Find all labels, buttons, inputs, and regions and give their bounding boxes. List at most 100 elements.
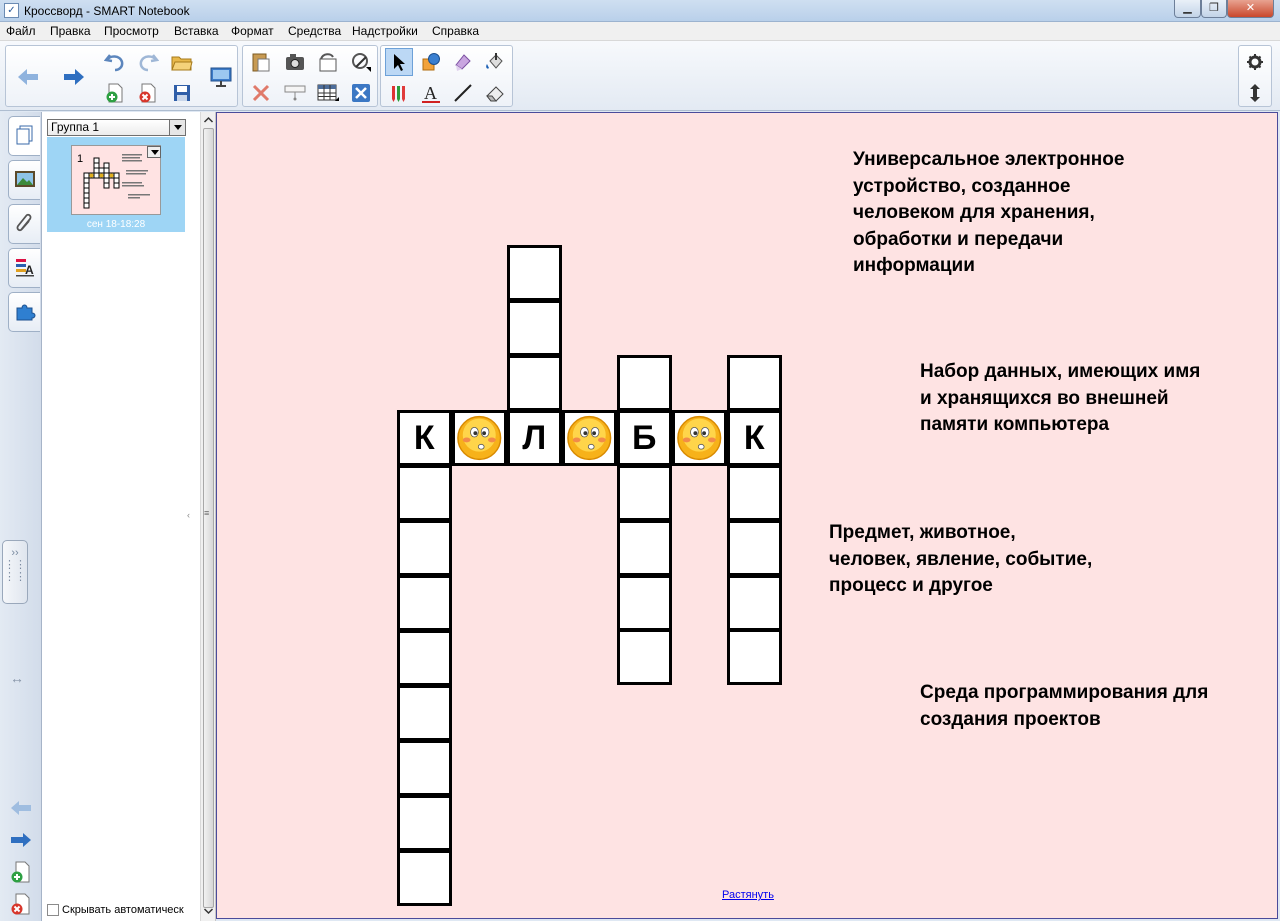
vertical-scrollbar[interactable]: ≡ xyxy=(200,112,216,921)
autohide-option[interactable]: Скрывать автоматическ xyxy=(47,904,184,916)
move-toolbar-icon[interactable] xyxy=(1241,79,1269,107)
delete-page-icon[interactable] xyxy=(134,79,162,107)
crossword-cell-empty[interactable] xyxy=(397,795,452,851)
menu-edit[interactable]: Правка xyxy=(50,24,91,38)
full-screen-icon[interactable] xyxy=(347,79,375,107)
forward-arrow-icon[interactable] xyxy=(60,63,88,91)
crossword-cell-empty[interactable] xyxy=(397,740,452,796)
crossword-cell-empty[interactable] xyxy=(507,245,562,301)
menu-insert[interactable]: Вставка xyxy=(174,24,219,38)
chevron-down-icon[interactable] xyxy=(169,120,185,135)
table-icon[interactable] xyxy=(314,79,342,107)
open-folder-icon[interactable] xyxy=(168,48,196,76)
shapes-icon[interactable] xyxy=(417,48,445,76)
creative-pen-icon[interactable] xyxy=(449,48,477,76)
crossword-cell-smiley[interactable] xyxy=(452,410,507,466)
side-panel-handle[interactable]: ›› ⋮⋮ ⋮⋮ xyxy=(2,540,28,604)
svg-text:A: A xyxy=(424,83,437,103)
menu-format[interactable]: Формат xyxy=(231,24,274,38)
page-thumbnail-selected[interactable]: 1 сен 18-18:28 xyxy=(47,137,185,232)
main-toolbar: A xyxy=(0,41,1280,111)
crossword-cell-letter[interactable]: К xyxy=(727,410,782,466)
crossword-cell-empty[interactable] xyxy=(397,465,452,521)
crossword-cell-empty[interactable] xyxy=(727,355,782,411)
screen-display-icon[interactable] xyxy=(207,63,235,91)
crossword-cell-empty[interactable] xyxy=(397,685,452,741)
crossword-cell-empty[interactable] xyxy=(397,630,452,686)
tab-attachments[interactable] xyxy=(8,204,40,244)
stretch-link[interactable]: Растянуть xyxy=(722,889,774,901)
next-page-icon[interactable] xyxy=(8,828,34,852)
crossword-cell-smiley[interactable] xyxy=(562,410,617,466)
clue-text-2[interactable]: Набор данных, имеющих имя и хранящихся во… xyxy=(920,359,1200,439)
thumbnail-menu-dropdown[interactable] xyxy=(147,146,161,158)
delete-icon[interactable] xyxy=(247,79,275,107)
fill-icon[interactable] xyxy=(481,48,509,76)
menu-help[interactable]: Справка xyxy=(432,24,479,38)
clue-text-1[interactable]: Универсальное электронное устройство, соз… xyxy=(853,147,1124,280)
crossword-cell-empty[interactable] xyxy=(617,575,672,631)
add-page-icon[interactable] xyxy=(101,79,129,107)
crossword-cell-letter[interactable]: Л xyxy=(507,410,562,466)
whiteboard-page[interactable]: КЛБК Универсальное электронное устройство… xyxy=(216,112,1278,919)
crossword-cell-empty[interactable] xyxy=(617,465,672,521)
clue-text-4[interactable]: Среда программирования для создания проек… xyxy=(920,680,1208,733)
scroll-down-icon[interactable] xyxy=(203,906,214,916)
crossword-cell-empty[interactable] xyxy=(397,520,452,576)
eraser-icon[interactable] xyxy=(481,79,509,107)
crossword-cell-empty[interactable] xyxy=(727,520,782,576)
crossword-cell-smiley[interactable] xyxy=(672,410,727,466)
magic-pen-icon[interactable] xyxy=(347,48,375,76)
menu-view[interactable]: Просмотр xyxy=(104,24,159,38)
autohide-checkbox[interactable] xyxy=(47,904,59,916)
text-icon[interactable]: A xyxy=(417,79,445,107)
gallery-icon xyxy=(14,169,36,192)
screen-shade-pull-icon[interactable] xyxy=(281,79,309,107)
tab-addons[interactable] xyxy=(8,292,40,332)
tab-page-sorter[interactable] xyxy=(8,116,40,156)
add-page-side-icon[interactable] xyxy=(8,860,34,884)
line-icon[interactable] xyxy=(449,79,477,107)
autohide-label: Скрывать автоматическ xyxy=(62,904,184,916)
pens-icon[interactable] xyxy=(385,79,413,107)
select-arrow-icon[interactable] xyxy=(385,48,413,76)
tab-gallery[interactable] xyxy=(8,160,40,200)
crossword-cell-empty[interactable] xyxy=(727,575,782,631)
crossword-cell-empty[interactable] xyxy=(507,300,562,356)
crossword-cell-letter[interactable]: Б xyxy=(617,410,672,466)
minimize-button[interactable]: ▁ xyxy=(1174,0,1201,18)
panel-swap-icon[interactable]: ↔ xyxy=(10,670,24,686)
menu-tools[interactable]: Средства xyxy=(288,24,341,38)
back-arrow-icon[interactable] xyxy=(14,63,42,91)
screen-shade-icon[interactable] xyxy=(314,48,342,76)
group-dropdown[interactable]: Группа 1 xyxy=(47,119,186,136)
menu-file[interactable]: Файл xyxy=(6,24,36,38)
prev-page-icon[interactable] xyxy=(8,796,34,820)
paste-icon[interactable] xyxy=(247,48,275,76)
clue-text-3[interactable]: Предмет, животное, человек, явление, собы… xyxy=(829,520,1092,600)
crossword-cell-empty[interactable] xyxy=(727,629,782,685)
title-bar: ✓ Кроссворд - SMART Notebook ▁ ❐ ✕ xyxy=(0,0,1280,22)
scroll-up-icon[interactable] xyxy=(203,115,214,125)
page-sorter-icon xyxy=(15,124,35,149)
menu-addons[interactable]: Надстройки xyxy=(352,24,418,38)
crossword-cell-letter[interactable]: К xyxy=(397,410,452,466)
crossword-cell-empty[interactable] xyxy=(397,575,452,631)
crossword-cell-empty[interactable] xyxy=(397,850,452,906)
crossword-cell-empty[interactable] xyxy=(507,355,562,411)
maximize-button[interactable]: ❐ xyxy=(1201,0,1227,18)
undo-icon[interactable] xyxy=(101,48,129,76)
gear-icon[interactable] xyxy=(1241,48,1269,76)
tab-properties[interactable]: A xyxy=(8,248,40,288)
crossword-cell-empty[interactable] xyxy=(727,465,782,521)
crossword-cell-empty[interactable] xyxy=(617,629,672,685)
close-button[interactable]: ✕ xyxy=(1227,0,1274,18)
scroll-thumb[interactable] xyxy=(203,128,214,908)
crossword-cell-empty[interactable] xyxy=(617,355,672,411)
delete-page-side-icon[interactable] xyxy=(8,892,34,916)
collapse-panel-icon[interactable]: ‹ xyxy=(187,510,190,520)
crossword-cell-empty[interactable] xyxy=(617,520,672,576)
screen-capture-icon[interactable] xyxy=(281,48,309,76)
save-icon[interactable] xyxy=(168,79,196,107)
redo-icon[interactable] xyxy=(134,48,162,76)
